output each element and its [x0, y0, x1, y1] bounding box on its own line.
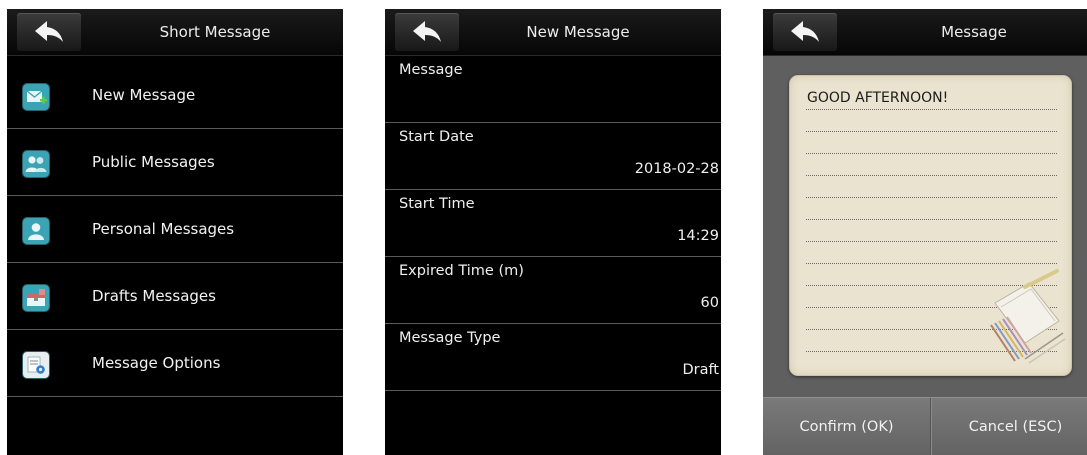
- note-line: [806, 219, 1057, 220]
- note-line: [806, 109, 1057, 110]
- message-note: GOOD AFTERNOON!: [789, 75, 1072, 376]
- menu-item-personal-messages[interactable]: Personal Messages: [7, 196, 343, 263]
- message-options-icon: [23, 352, 49, 378]
- action-bar: Confirm (OK) Cancel (ESC): [763, 397, 1087, 455]
- note-line: [806, 131, 1057, 132]
- field-value: 60: [700, 295, 719, 311]
- back-arrow-icon: [791, 21, 819, 42]
- message-view-screen: Message GOOD AFTERNOON! Confirm (OK) Can…: [763, 9, 1087, 455]
- new-message-screen: New Message Message Start Date 2018-02-2…: [385, 9, 721, 455]
- field-label: Expired Time (m): [399, 263, 524, 279]
- note-line: [806, 175, 1057, 176]
- page-title: Message: [941, 23, 1007, 41]
- expired-time-field[interactable]: Expired Time (m) 60: [385, 257, 721, 324]
- drafts-messages-icon: [23, 285, 49, 311]
- field-value: 14:29: [677, 228, 719, 244]
- note-line: [806, 153, 1057, 154]
- note-line: [806, 197, 1057, 198]
- menu-item-label: New Message: [92, 86, 196, 104]
- confirm-button[interactable]: Confirm (OK): [763, 398, 931, 455]
- field-label: Message: [399, 62, 463, 78]
- back-arrow-icon: [413, 21, 441, 42]
- back-button[interactable]: [17, 13, 81, 51]
- field-label: Start Date: [399, 129, 474, 145]
- back-arrow-icon: [35, 21, 63, 42]
- message-type-field[interactable]: Message Type Draft: [385, 324, 721, 391]
- menu-item-label: Drafts Messages: [92, 287, 216, 305]
- field-value: Draft: [682, 362, 719, 378]
- field-label: Start Time: [399, 196, 475, 212]
- title-bar: New Message: [385, 9, 721, 56]
- pencil-decoration-icon: [990, 269, 1066, 364]
- title-bar: Short Message: [7, 9, 343, 56]
- message-field[interactable]: Message: [385, 56, 721, 123]
- start-date-field[interactable]: Start Date 2018-02-28: [385, 123, 721, 190]
- menu-item-new-message[interactable]: New Message: [7, 62, 343, 129]
- back-button[interactable]: [395, 13, 459, 51]
- public-messages-icon: [23, 151, 49, 177]
- page-title: New Message: [526, 23, 630, 41]
- message-text: GOOD AFTERNOON!: [807, 90, 949, 106]
- menu-item-label: Public Messages: [92, 153, 215, 171]
- field-label: Message Type: [399, 330, 501, 346]
- start-time-field[interactable]: Start Time 14:29: [385, 190, 721, 257]
- menu-item-label: Personal Messages: [92, 220, 235, 238]
- menu-item-drafts-messages[interactable]: Drafts Messages: [7, 263, 343, 330]
- personal-messages-icon: [23, 218, 49, 244]
- short-message-screen: Short Message New Message Public Message: [7, 9, 343, 455]
- back-button[interactable]: [773, 13, 837, 51]
- note-line: [806, 241, 1057, 242]
- page-title: Short Message: [159, 23, 271, 41]
- cancel-button[interactable]: Cancel (ESC): [931, 398, 1087, 455]
- menu-item-public-messages[interactable]: Public Messages: [7, 129, 343, 196]
- menu-item-message-options[interactable]: Message Options: [7, 330, 343, 397]
- field-value: 2018-02-28: [634, 161, 719, 177]
- new-message-icon: [23, 84, 49, 110]
- menu-item-label: Message Options: [92, 354, 221, 372]
- title-bar: Message: [763, 9, 1087, 56]
